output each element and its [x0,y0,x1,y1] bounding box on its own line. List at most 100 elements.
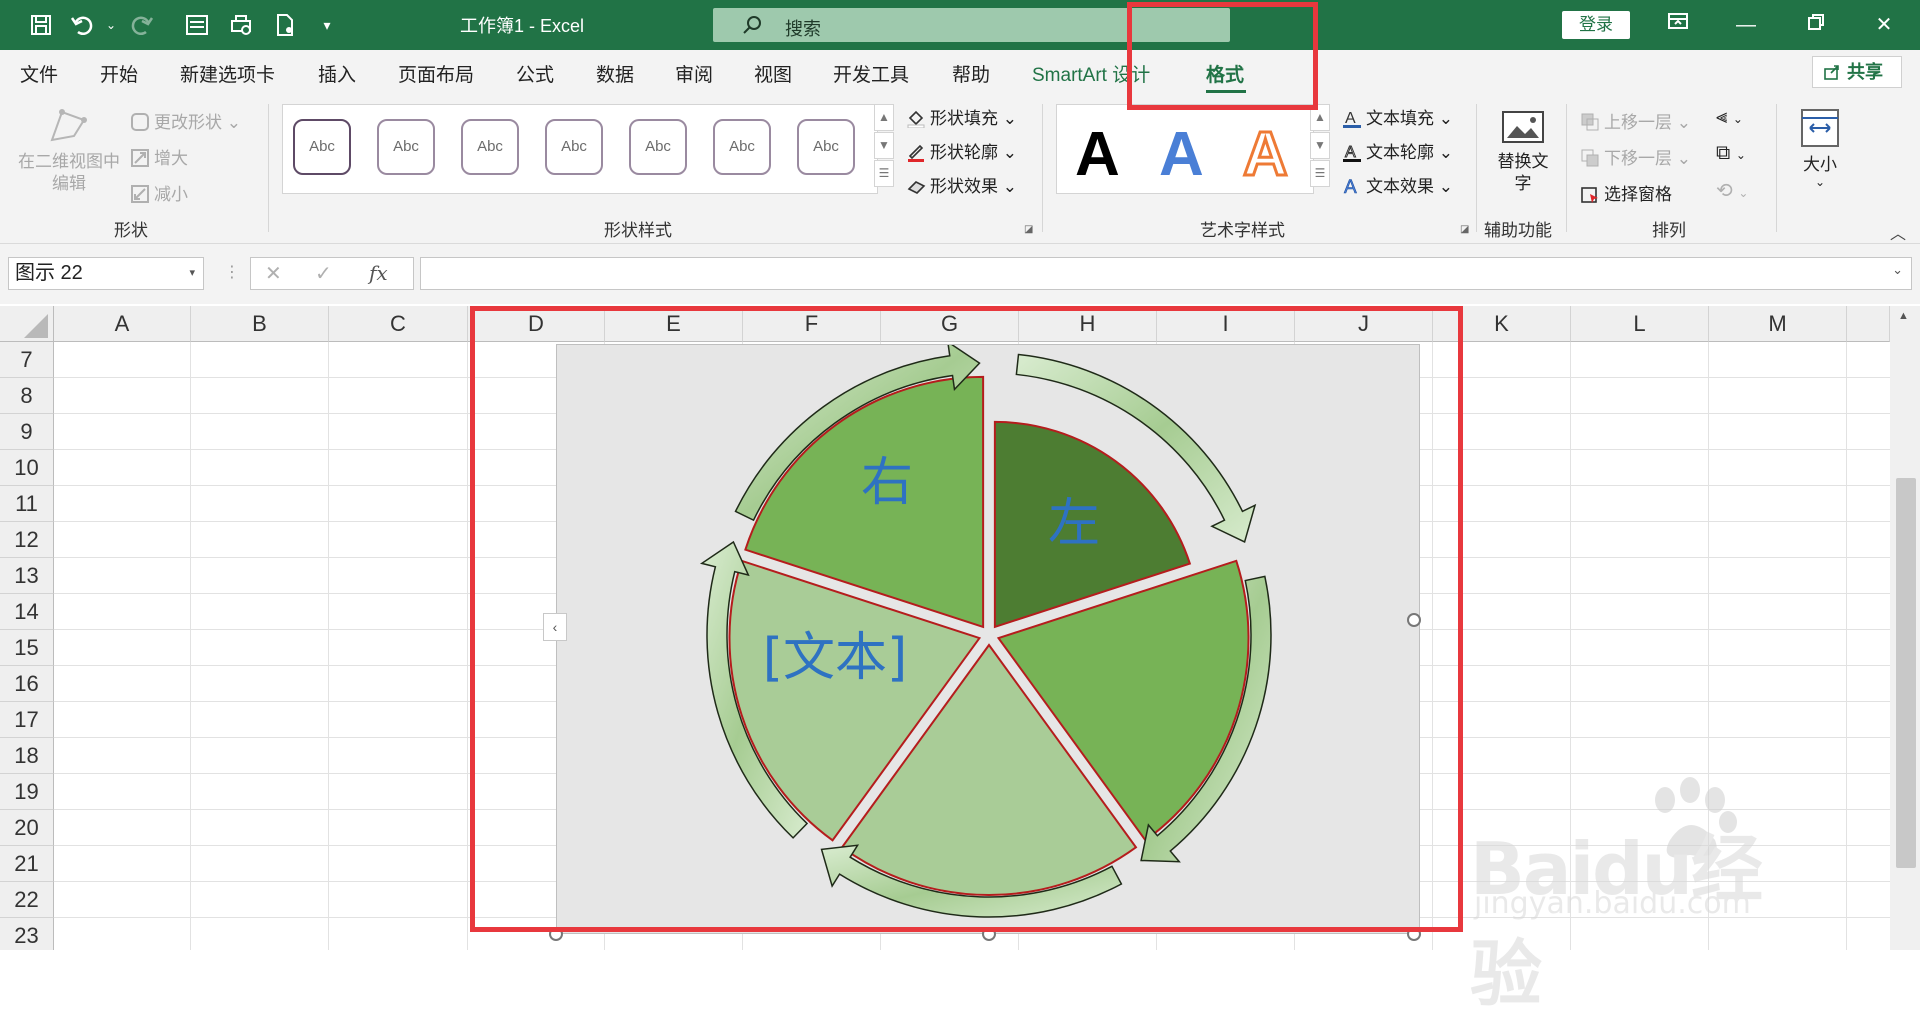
bring-forward-button[interactable]: 上移一层 ⌄ [1580,108,1691,133]
select-all-corner[interactable] [0,306,54,342]
minimize-icon[interactable]: — [1726,10,1766,40]
row-header[interactable]: 22 [0,882,54,918]
edit-2d-icon [50,109,87,142]
shape-style-thumb[interactable]: Abc [545,119,603,175]
shape-style-thumb[interactable]: Abc [629,119,687,175]
row-header[interactable]: 7 [0,342,54,378]
send-backward-button[interactable]: 下移一层 ⌄ [1580,144,1691,169]
text-fill-button[interactable]: A 文本填充 ⌄ [1342,104,1453,129]
row-header[interactable]: 18 [0,738,54,774]
shape-style-thumb[interactable]: Abc [713,119,771,175]
group-separator [1042,104,1043,232]
redo-icon[interactable] [126,10,156,40]
shape-style-thumb[interactable]: Abc [461,119,519,175]
insert-function-icon[interactable]: fx [369,261,388,285]
rotate-icon[interactable]: ⟲ ⌄ [1716,178,1748,203]
group-separator [1476,104,1477,232]
gallery-more-icon[interactable]: ☰ [874,160,894,187]
tab-data[interactable]: 数据 [596,60,634,87]
row-header[interactable]: 21 [0,846,54,882]
tab-insert[interactable]: 插入 [318,60,356,87]
row-header[interactable]: 20 [0,810,54,846]
shape-style-thumb[interactable]: Abc [377,119,435,175]
undo-dropdown-icon[interactable]: ⌄ [96,10,126,40]
gallery-scroll-down-icon[interactable]: ▼ [874,132,894,159]
column-header[interactable]: L [1571,306,1709,342]
row-header[interactable]: 12 [0,522,54,558]
form-icon[interactable] [182,10,212,40]
shape-fill-button[interactable]: 形状填充 ⌄ [906,104,1017,129]
undo-icon[interactable] [68,10,98,40]
alt-text-button[interactable]: 替换文字 [1496,110,1550,195]
column-header[interactable]: C [329,306,468,342]
selection-pane-button[interactable]: 选择窗格 [1580,180,1672,205]
wordart-scroll-down-icon[interactable]: ▼ [1310,132,1330,159]
tab-review[interactable]: 审阅 [675,60,713,87]
share-button[interactable]: 共享 [1812,56,1902,88]
tab-new-tab[interactable]: 新建选项卡 [180,60,275,87]
gallery-scroll-up-icon[interactable]: ▲ [874,104,894,131]
change-shape-button[interactable]: 更改形状 ⌄ [130,108,241,133]
edit-in-2d-button[interactable]: 在二维视图中编辑 [14,106,124,195]
restore-icon[interactable] [1796,10,1836,40]
shape-style-thumb[interactable]: Abc [797,119,855,175]
wordart-launcher-icon[interactable]: ◪ [1460,224,1469,235]
row-header[interactable]: 9 [0,414,54,450]
row-header[interactable]: 14 [0,594,54,630]
svg-text:A: A [1345,110,1356,127]
column-header[interactable]: M [1709,306,1847,342]
close-icon[interactable]: ✕ [1864,10,1904,40]
tab-formulas[interactable]: 公式 [516,60,554,87]
row-header[interactable]: 23 [0,918,54,950]
tab-view[interactable]: 视图 [754,60,792,87]
document-icon[interactable] [270,10,300,40]
wordart-style-blue[interactable]: A [1159,119,1204,190]
wordart-style-black[interactable]: A [1075,119,1120,190]
row-header[interactable]: 11 [0,486,54,522]
shape-style-thumb[interactable]: Abc [293,119,351,175]
print-preview-icon[interactable] [226,10,256,40]
collapse-ribbon-icon[interactable]: ︿ [1890,220,1906,244]
scroll-thumb[interactable] [1896,478,1916,868]
wordart-gallery[interactable]: A A A [1056,104,1314,194]
row-header[interactable]: 16 [0,666,54,702]
larger-button[interactable]: 增大 [130,144,188,169]
save-icon[interactable] [26,10,56,40]
tab-page-layout[interactable]: 页面布局 [398,60,474,87]
row-header[interactable]: 10 [0,450,54,486]
ribbon-display-options-icon[interactable] [1658,10,1698,40]
row-header[interactable]: 8 [0,378,54,414]
row-header[interactable]: 15 [0,630,54,666]
row-header[interactable]: 13 [0,558,54,594]
name-box[interactable]: 图示 22 ▾ [8,257,204,290]
row-header[interactable]: 17 [0,702,54,738]
text-effects-button[interactable]: A 文本效果 ⌄ [1342,172,1453,197]
login-button[interactable]: 登录 [1562,11,1630,39]
shape-styles-gallery[interactable]: Abc Abc Abc Abc Abc Abc Abc [282,104,878,194]
align-icon[interactable]: ⫷ ⌄ [1716,106,1743,129]
expand-formula-bar-icon[interactable]: ⌄ [1892,262,1903,278]
column-header[interactable]: B [191,306,329,342]
tab-developer[interactable]: 开发工具 [833,60,909,87]
wordart-more-icon[interactable]: ☰ [1310,160,1330,187]
shape-effects-button[interactable]: 形状效果 ⌄ [906,172,1017,197]
vertical-scrollbar[interactable]: ▲ [1890,306,1920,950]
text-outline-button[interactable]: A 文本轮廓 ⌄ [1342,138,1453,163]
customize-toolbar-icon[interactable]: ▾ [312,10,342,40]
tab-home[interactable]: 开始 [100,60,138,87]
enter-icon[interactable]: ✓ [315,261,332,286]
shape-styles-launcher-icon[interactable]: ◪ [1024,224,1033,235]
size-button[interactable]: 大小 ⌄ [1792,106,1848,189]
group-objects-icon[interactable]: ⧉ ⌄ [1716,142,1746,165]
shape-outline-button[interactable]: 形状轮廓 ⌄ [906,138,1017,163]
formula-input[interactable]: ⌄ [420,257,1912,290]
tab-help[interactable]: 帮助 [952,60,990,87]
name-box-dropdown-icon[interactable]: ▾ [189,258,195,289]
cancel-icon[interactable]: ✕ [265,261,282,286]
row-header[interactable]: 19 [0,774,54,810]
smaller-button[interactable]: 减小 [130,180,188,205]
wordart-style-orange[interactable]: A [1242,119,1290,191]
column-header[interactable]: A [54,306,191,342]
tab-file[interactable]: 文件 [20,60,58,87]
scroll-up-icon[interactable]: ▲ [1898,310,1909,322]
